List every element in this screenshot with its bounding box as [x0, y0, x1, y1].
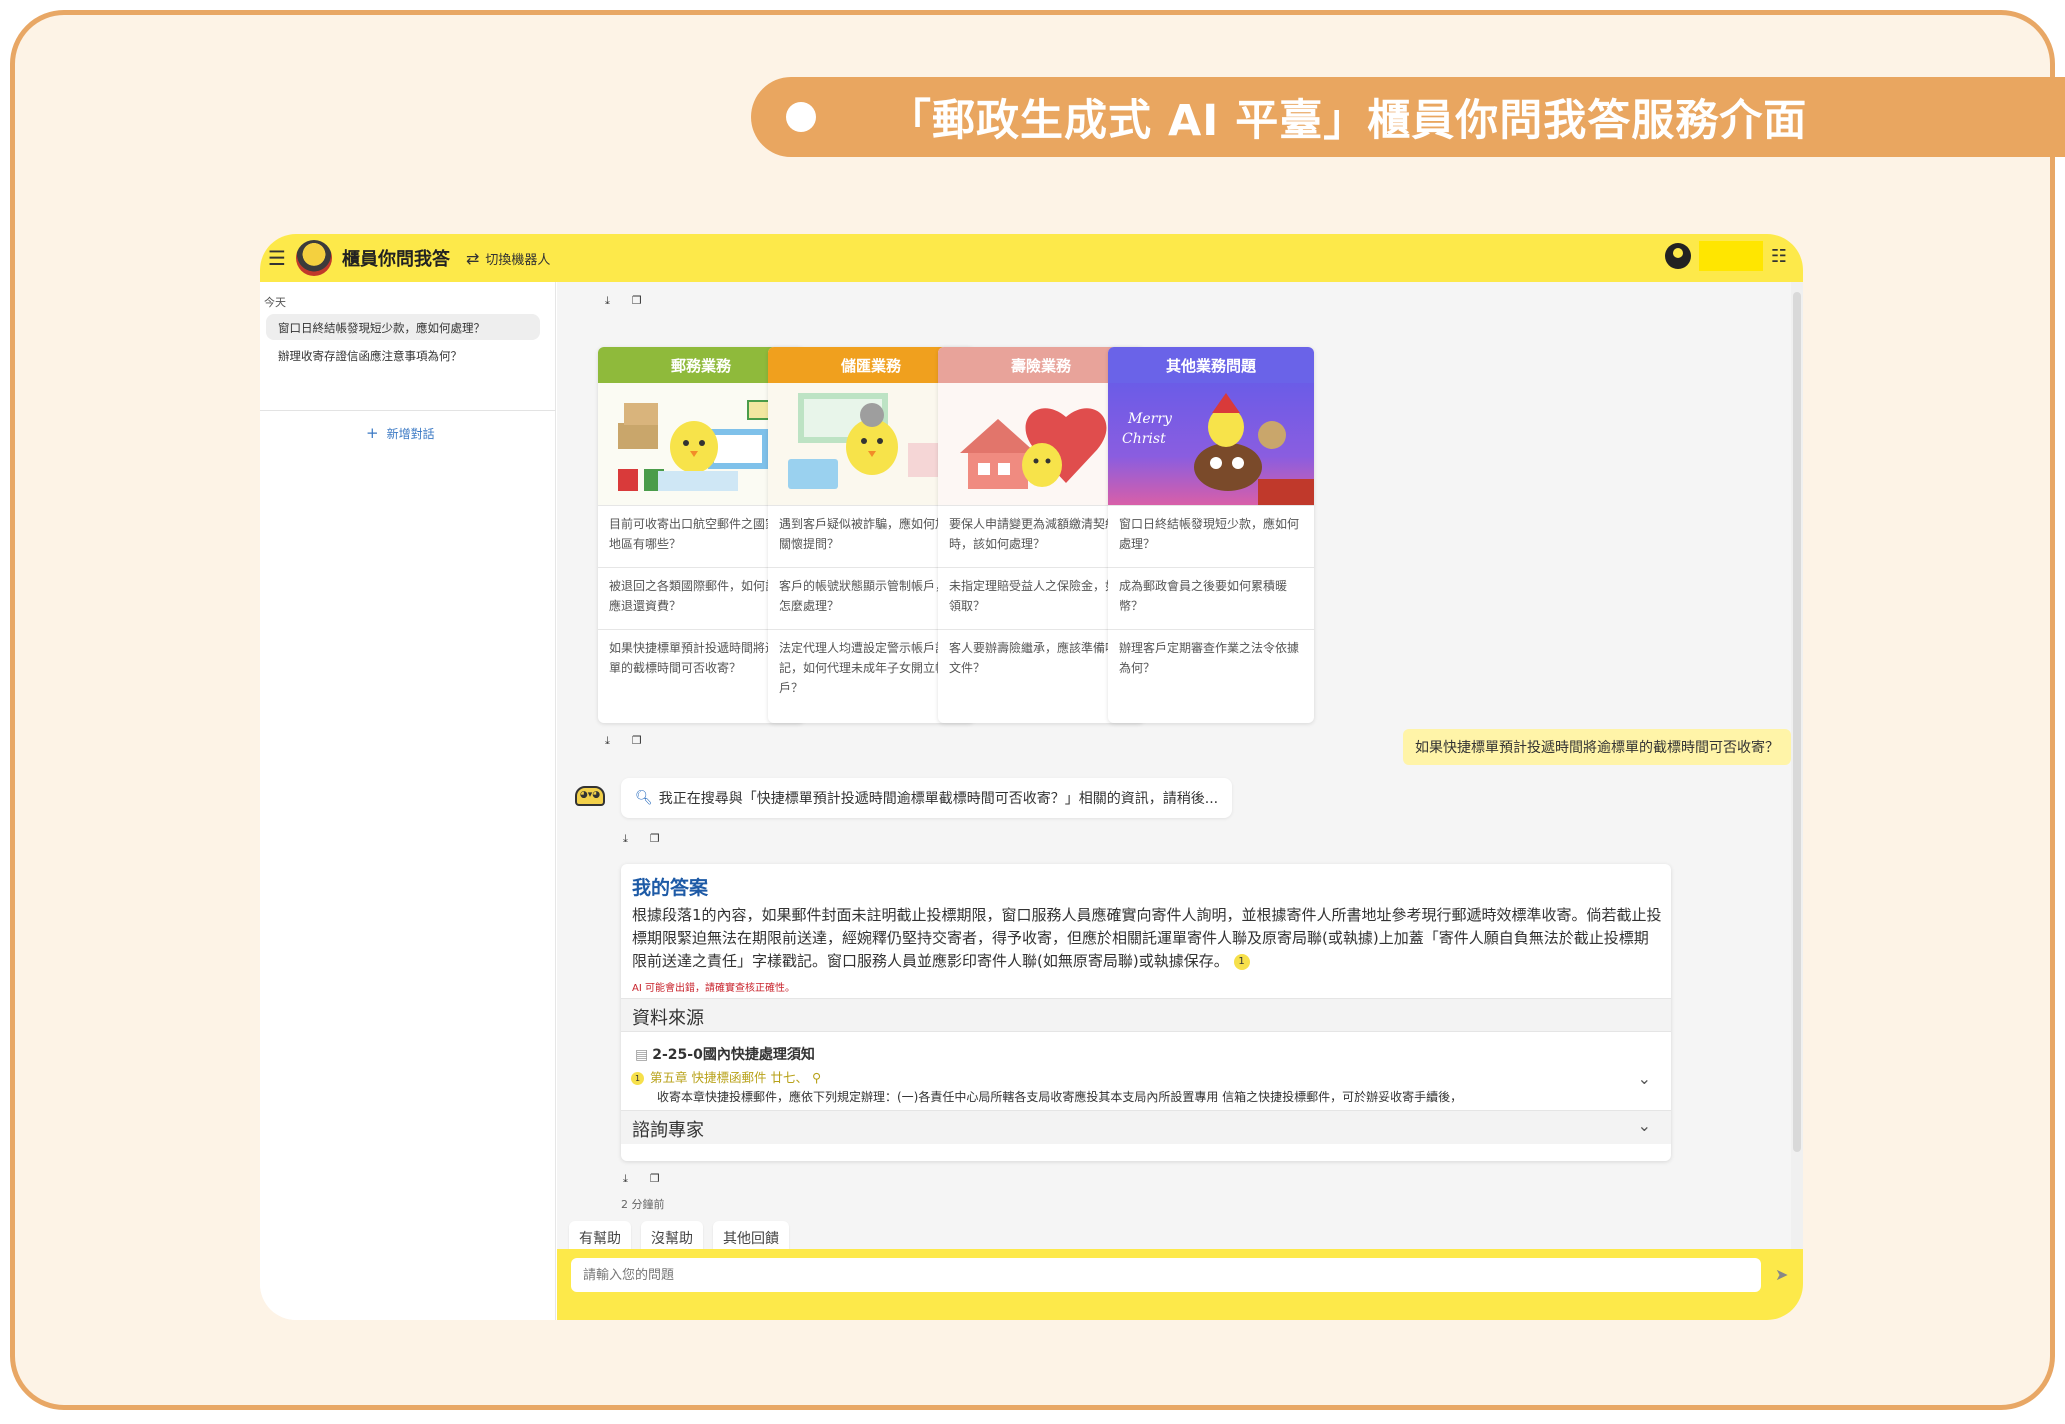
source-document-title[interactable]: ▤ 2-25-0國內快捷處理須知 — [635, 1044, 815, 1064]
doc-title-text: 2-25-0國內快捷處理須知 — [652, 1047, 815, 1063]
chat-area: ⤓ ❐ 郵務業務 目前可收寄出口航空郵件之國家或地區有哪些？ 被退回之各類國際郵件… — [557, 282, 1803, 1320]
chapter-text: 第五章 快捷標函郵件 廿七、 — [650, 1070, 808, 1085]
sidebar-divider — [260, 410, 556, 411]
answer-text: 根據段落1的內容，如果郵件封面未註明截止投標期限，窗口服務人員應確實向寄件人詢明… — [632, 906, 1662, 970]
plus-icon: + — [366, 424, 379, 442]
menu-icon[interactable]: ☰ — [268, 246, 288, 270]
magnifier-icon: 🔍︎ — [635, 790, 653, 806]
history-item[interactable]: 辦理收寄存證信函應注意事項為何？ — [266, 342, 540, 368]
document-icon: ▤ — [635, 1047, 649, 1063]
svg-text:Christ: Christ — [1122, 431, 1166, 447]
input-bar: ➤ — [557, 1249, 1803, 1320]
sliders-icon[interactable]: ☷ — [1771, 246, 1787, 267]
card-illustration: Merry Christ — [1108, 383, 1314, 505]
scrollbar-thumb[interactable] — [1793, 292, 1801, 1152]
answer-body: 根據段落1的內容，如果郵件封面未註明截止投標期限，窗口服務人員應確實向寄件人詢明… — [632, 904, 1662, 973]
answer-card: 我的答案 根據段落1的內容，如果郵件封面未註明截止投標期限，窗口服務人員應確實向… — [621, 864, 1671, 1161]
top-bar: ☰ 櫃員你問我答 ⇄ 切換機器人 ☷ — [260, 234, 1803, 282]
swap-arrows-icon[interactable]: ⇄ — [466, 249, 479, 268]
copy-icon[interactable]: ❐ — [632, 294, 642, 308]
download-icon[interactable]: ⤓ — [623, 1172, 628, 1186]
searching-text: 我正在搜尋與「快捷標單預計投遞時間逾標單截標時間可否收寄？」相關的資訊，請稍後.… — [658, 791, 1219, 807]
robot-mascot-icon: ◕▾◕ — [575, 786, 605, 806]
card-header: 其他業務問題 — [1108, 347, 1314, 383]
message-actions: ⤓ ❐ — [623, 1172, 660, 1186]
user-circle-icon[interactable] — [1664, 243, 1691, 269]
new-chat-label: 新增對話 — [386, 427, 435, 441]
category-card-other: 其他業務問題 Merry Christ 窗口日終結帳發現短少款，應如何處理？ 成… — [1108, 347, 1314, 723]
send-icon[interactable]: ➤ — [1775, 1265, 1788, 1284]
suggested-question[interactable]: 窗口日終結帳發現短少款，應如何處理？ — [1108, 505, 1314, 567]
chevron-down-icon[interactable]: ⌄ — [1638, 1116, 1651, 1135]
source-chapter-link[interactable]: 1 第五章 快捷標函郵件 廿七、 ⚲ — [631, 1067, 821, 1086]
searching-message: 🔍︎ 我正在搜尋與「快捷標單預計投遞時間逾標單截標時間可否收寄？」相關的資訊，請… — [621, 778, 1233, 818]
sidebar: 今天 窗口日終結帳發現短少款，應如何處理？ 辦理收寄存證信函應注意事項為何？ +… — [260, 282, 556, 1320]
message-actions: ⤓ ❐ — [605, 294, 642, 308]
citation-badge[interactable]: 1 — [1233, 953, 1250, 970]
ai-disclaimer: AI 可能會出錯，請確實查核正確性。 — [632, 983, 795, 994]
switch-bot-button[interactable]: 切換機器人 — [485, 249, 550, 268]
suggested-question[interactable]: 成為郵政會員之後要如何累積暖幣？ — [1108, 567, 1314, 629]
download-icon[interactable]: ⤓ — [623, 832, 628, 846]
sources-header[interactable]: 資料來源 — [621, 998, 1671, 1032]
history-item[interactable]: 窗口日終結帳發現短少款，應如何處理？ — [266, 314, 540, 340]
app-window: ☰ 櫃員你問我答 ⇄ 切換機器人 ☷ 今天 窗口日終結帳發現短少款，應如何處理？… — [260, 234, 1803, 1320]
message-actions: ⤓ ❐ — [605, 734, 642, 748]
user-message: 如果快捷標單預計投遞時間將逾標單的截標時間可否收寄？ — [1403, 729, 1791, 765]
bullet-dot — [786, 102, 816, 132]
expert-consult-header[interactable]: 諮詢專家 — [621, 1110, 1671, 1144]
download-icon[interactable]: ⤓ — [605, 734, 610, 748]
mascot-avatar — [296, 240, 332, 276]
app-title: 櫃員你問我答 — [342, 249, 450, 270]
citation-badge: 1 — [631, 1072, 644, 1085]
chevron-down-icon[interactable]: ⌄ — [1638, 1069, 1651, 1088]
source-snippet: 收寄本章快捷投標郵件，應依下列規定辦理：(一)各責任中心局所轄各支局收寄應投其本… — [657, 1090, 1463, 1104]
user-name-redacted — [1698, 241, 1763, 271]
svg-text:Merry: Merry — [1127, 411, 1173, 427]
message-timestamp: 2 分鐘前 — [621, 1198, 665, 1211]
banner-title: 「郵政生成式 AI 平臺」櫃員你問我答服務介面 — [888, 96, 1808, 146]
copy-icon[interactable]: ❐ — [650, 832, 660, 846]
download-icon[interactable]: ⤓ — [605, 294, 610, 308]
history-section-label: 今天 — [264, 296, 286, 309]
scrollbar[interactable] — [1791, 282, 1803, 1282]
suggested-question[interactable]: 辦理客戶定期審查作業之法令依據為何？ — [1108, 629, 1314, 691]
copy-icon[interactable]: ❐ — [632, 734, 642, 748]
title-banner: 「郵政生成式 AI 平臺」櫃員你問我答服務介面 — [751, 77, 2065, 157]
question-input[interactable] — [571, 1258, 1761, 1292]
top-right-controls: ☷ — [1664, 241, 1787, 271]
copy-icon[interactable]: ❐ — [650, 1172, 660, 1186]
new-chat-button[interactable]: + 新增對話 — [366, 424, 435, 442]
answer-title: 我的答案 — [632, 877, 709, 899]
message-actions: ⤓ ❐ — [623, 832, 660, 846]
link-icon: ⚲ — [811, 1070, 822, 1085]
